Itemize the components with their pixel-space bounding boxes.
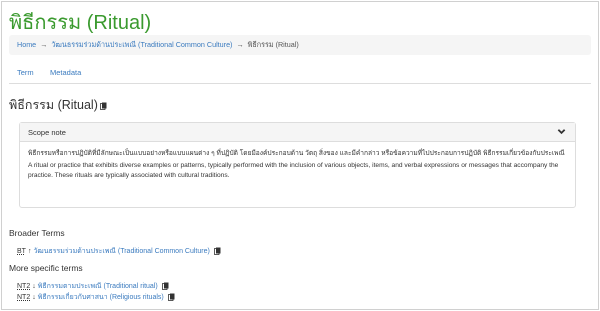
scope-note-header[interactable]: Scope note bbox=[20, 123, 575, 142]
scope-note-title: Scope note bbox=[28, 128, 66, 137]
copy-icon[interactable] bbox=[213, 247, 221, 256]
narrower-term-link[interactable]: พิธีกรรมเกี่ยวกับศาสนา (Religious ritual… bbox=[38, 294, 164, 301]
term-heading-text: พิธีกรรม (Ritual) bbox=[9, 98, 98, 112]
breadcrumb: Home → วัฒนธรรมร่วมด้านประเพณี (Traditio… bbox=[9, 35, 591, 55]
narrower-term-link[interactable]: พิธีกรรมตามประเพณี (Traditional ritual) bbox=[38, 283, 158, 290]
relation-code: NT2 bbox=[17, 294, 31, 301]
scope-note-body: พิธีกรรมหรือการปฏิบัติที่มีลักษณะเป็นแบบ… bbox=[20, 142, 575, 180]
breadcrumb-current: พิธีกรรม (Ritual) bbox=[247, 40, 299, 49]
narrower-term-item: NT2 ↓ พิธีกรรมเกี่ยวกับศาสนา (Religious ri… bbox=[17, 292, 175, 303]
up-arrow-icon: ↑ bbox=[27, 248, 32, 255]
page-title: พิธีกรรม (Ritual) bbox=[9, 12, 152, 34]
copy-icon[interactable] bbox=[161, 282, 169, 291]
scope-note-english: A ritual or practice that exhibits diver… bbox=[28, 162, 559, 179]
broader-terms-title: Broader Terms bbox=[9, 228, 65, 238]
tab-metadata[interactable]: Metadata bbox=[50, 68, 81, 77]
chevron-down-icon[interactable] bbox=[557, 127, 566, 136]
copy-icon[interactable] bbox=[99, 102, 107, 110]
tab-term[interactable]: Term bbox=[17, 68, 34, 77]
relation-code: BT bbox=[17, 248, 26, 255]
narrower-term-item: NT2 ↓ พิธีกรรมตามประเพณี (Traditional ritu… bbox=[17, 281, 169, 292]
breadcrumb-home[interactable]: Home bbox=[17, 40, 36, 49]
breadcrumb-separator: → bbox=[236, 40, 244, 49]
tab-bar: Term Metadata bbox=[9, 64, 591, 84]
broader-term-item: BT ↑ วัฒนธรรมร่วมด้านประเพณี (Traditional … bbox=[17, 246, 221, 257]
specific-terms-title: More specific terms bbox=[9, 263, 83, 273]
breadcrumb-separator: → bbox=[40, 40, 48, 49]
scope-note-thai: พิธีกรรมหรือการปฏิบัติที่มีลักษณะเป็นแบบ… bbox=[28, 150, 565, 157]
term-heading: พิธีกรรม (Ritual) bbox=[9, 95, 107, 115]
down-arrow-icon: ↓ bbox=[32, 283, 36, 290]
breadcrumb-parent[interactable]: วัฒนธรรมร่วมด้านประเพณี (Traditional Com… bbox=[51, 40, 232, 49]
relation-code: NT2 bbox=[17, 283, 31, 290]
down-arrow-icon: ↓ bbox=[32, 294, 36, 301]
scope-note-panel: Scope note พิธีกรรมหรือการปฏิบัติที่มีลั… bbox=[19, 122, 576, 208]
broader-term-link[interactable]: วัฒนธรรมร่วมด้านประเพณี (Traditional Com… bbox=[33, 248, 209, 255]
copy-icon[interactable] bbox=[167, 293, 175, 302]
